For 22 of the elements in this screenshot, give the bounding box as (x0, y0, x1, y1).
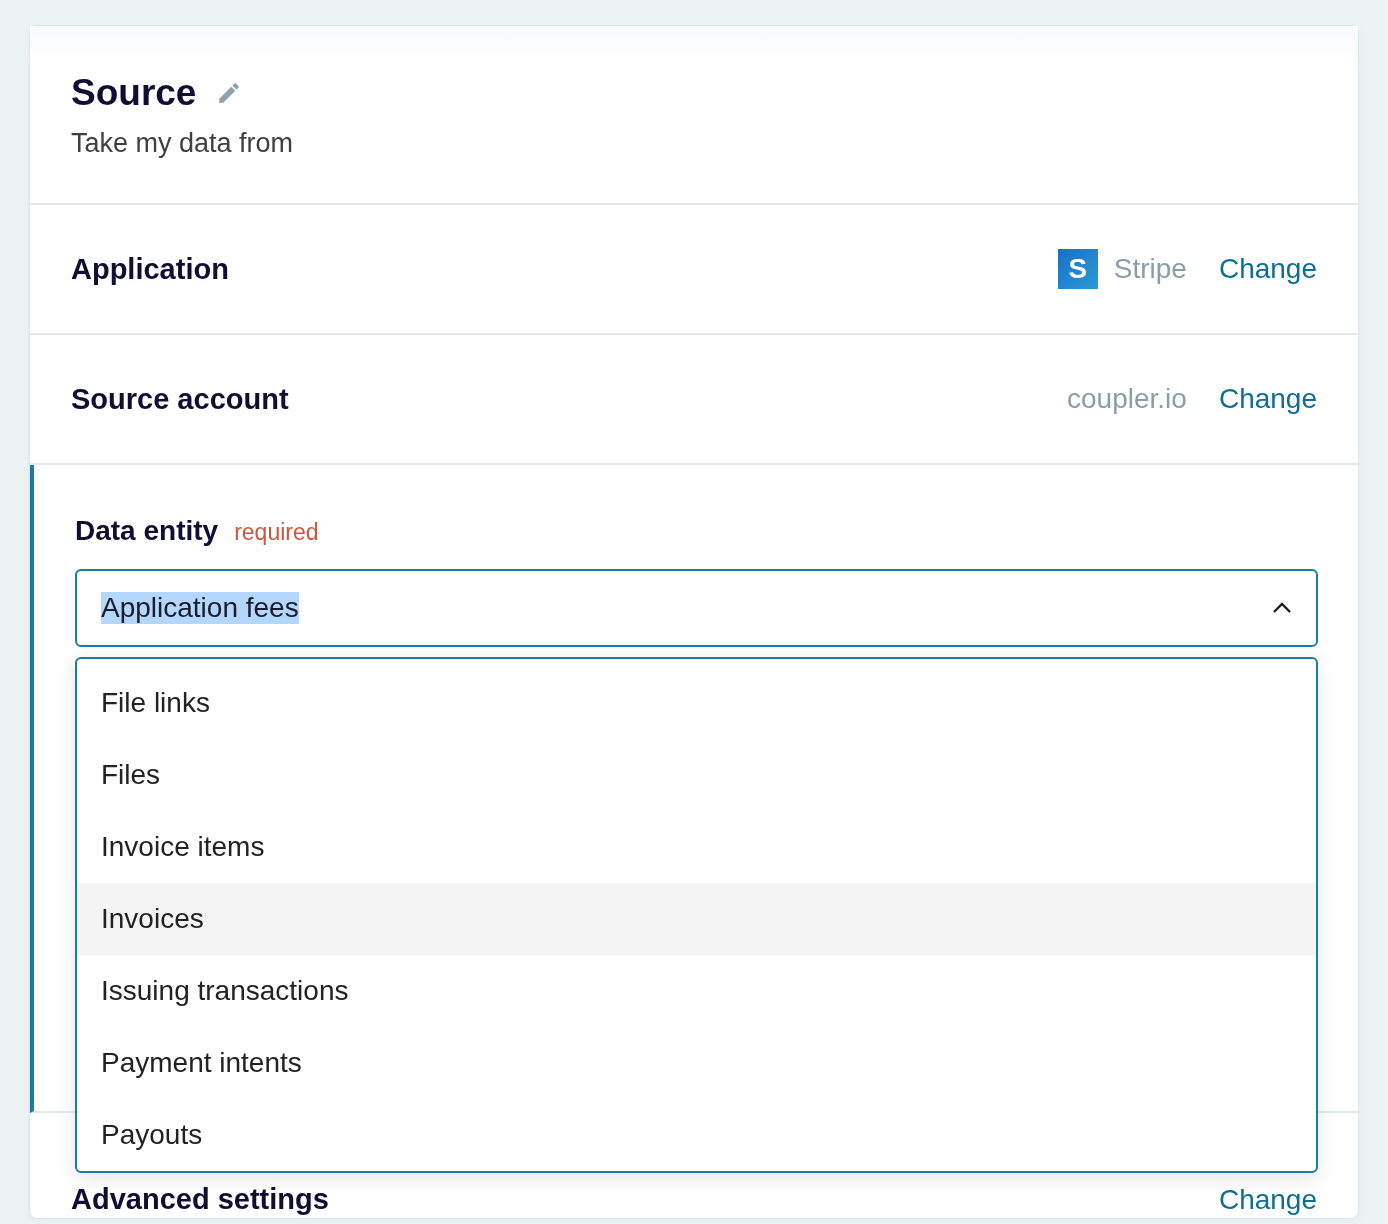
field-label: Data entity (75, 515, 219, 547)
dropdown-option[interactable]: Files (77, 739, 1316, 811)
change-link[interactable]: Change (1218, 383, 1317, 415)
dropdown-option[interactable]: File links (77, 667, 1316, 739)
app-logo-icon: S (1057, 249, 1098, 289)
dropdown-option[interactable]: Payouts (77, 1099, 1316, 1171)
change-link[interactable]: Change (1218, 253, 1317, 285)
dropdown-option[interactable]: Payment intents (77, 1027, 1316, 1099)
dropdown-option[interactable]: Invoice items (77, 811, 1316, 883)
section-title: Source (71, 72, 197, 114)
row-label: Source account (71, 382, 289, 416)
row-label: Application (71, 252, 229, 286)
section-subtitle: Take my data from (71, 128, 295, 159)
caret-icon (1272, 602, 1292, 614)
change-link[interactable]: Change (1218, 1183, 1317, 1216)
dropdown-option[interactable]: Issuing transactions (77, 955, 1316, 1027)
select-field[interactable]: Application fees (75, 569, 1318, 647)
row-label: Advanced settings (71, 1182, 329, 1216)
row-value: Stripe (1113, 253, 1187, 285)
required-label: required (234, 519, 319, 546)
row-value: coupler.io (1067, 383, 1187, 415)
dropdown-option[interactable]: Invoices (77, 883, 1316, 955)
